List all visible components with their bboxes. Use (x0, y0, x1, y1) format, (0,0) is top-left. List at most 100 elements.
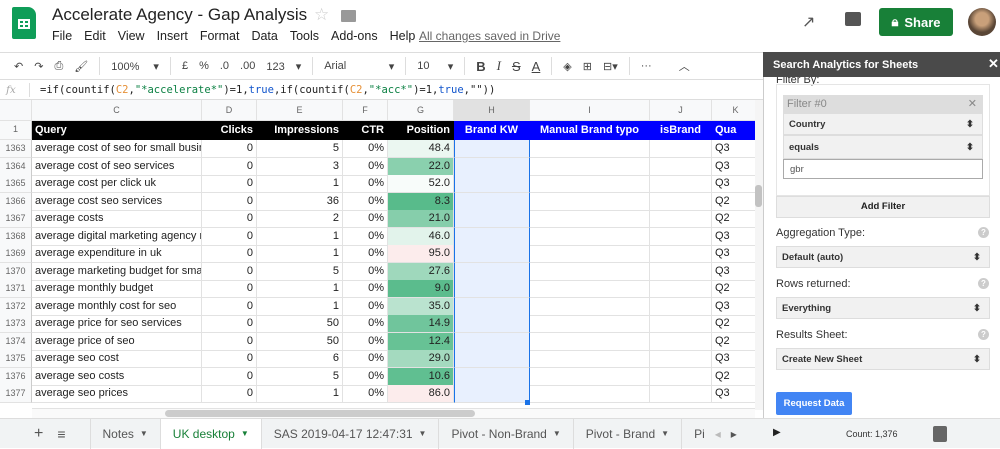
formula-bar[interactable]: fx =if(countif(C2,"*accelerate*")=1,true… (0, 80, 763, 100)
cell-brand-kw[interactable] (454, 332, 530, 351)
row-number[interactable]: 1364 (0, 157, 32, 176)
cell-query[interactable]: average seo cost (32, 350, 202, 368)
zoom-select[interactable]: 100% ▾ (111, 60, 159, 73)
cell-clicks[interactable]: 0 (202, 192, 257, 211)
cell-quarter[interactable]: Q3 (712, 140, 755, 158)
menu-data[interactable]: Data (251, 29, 277, 43)
cell-position[interactable]: 35.0 (388, 297, 454, 316)
cell-brand-kw[interactable] (454, 210, 530, 228)
sheets-logo-icon[interactable] (12, 7, 36, 39)
cell-clicks[interactable]: 0 (202, 210, 257, 228)
cell-quarter[interactable]: Q3 (712, 385, 755, 403)
borders-icon[interactable]: ⊞ (583, 60, 592, 73)
tab-pivot-non-brand[interactable]: Pivot - Non-Brand ▼ (439, 418, 574, 449)
more-formats-select[interactable]: 123 ▾ (266, 60, 301, 73)
column-header-h[interactable]: H (454, 100, 530, 121)
cell-isbrand[interactable] (650, 280, 712, 298)
cell-impressions[interactable]: 1 (257, 280, 343, 298)
column-header-j[interactable]: J (650, 100, 712, 121)
header-cell-query[interactable]: Query (32, 121, 202, 140)
cell-clicks[interactable]: 0 (202, 140, 257, 158)
cell-quarter[interactable]: Q3 (712, 158, 755, 176)
row-number[interactable]: 1369 (0, 245, 32, 263)
cell-query[interactable]: average expenditure in uk (32, 245, 202, 263)
document-title[interactable]: Accelerate Agency - Gap Analysis (52, 5, 307, 25)
cell-query[interactable]: average cost of seo for small busin (32, 140, 202, 158)
add-sheet-icon[interactable]: + (34, 425, 43, 443)
cell-clicks[interactable]: 0 (202, 385, 257, 403)
row-number[interactable]: 1376 (0, 367, 32, 386)
aggregation-select[interactable]: Default (auto) ⬍ (776, 246, 990, 268)
cell-quarter[interactable]: Q3 (712, 228, 755, 246)
cell-ctr[interactable]: 0% (343, 297, 388, 316)
cell-isbrand[interactable] (650, 350, 712, 368)
menu-addons[interactable]: Add-ons (331, 29, 378, 43)
redo-icon[interactable]: ↷ (34, 60, 43, 73)
font-select[interactable]: Arial ▾ (324, 60, 394, 73)
cell-clicks[interactable]: 0 (202, 245, 257, 263)
cell-brand-kw[interactable] (454, 385, 530, 403)
cell-brand-kw[interactable] (454, 157, 530, 176)
column-header-c[interactable]: C (32, 100, 202, 121)
cell-manual-brand-typo[interactable] (530, 332, 650, 351)
cell-ctr[interactable]: 0% (343, 367, 388, 386)
cell-brand-kw[interactable] (454, 297, 530, 316)
cell-manual-brand-typo[interactable] (530, 297, 650, 316)
cell-position[interactable]: 14.9 (388, 315, 454, 333)
header-cell-impressions[interactable]: Impressions (257, 121, 343, 140)
cell-ctr[interactable]: 0% (343, 210, 388, 228)
decrease-decimal-button[interactable]: .0 (220, 60, 229, 72)
cell-manual-brand-typo[interactable] (530, 140, 650, 158)
cell-query[interactable]: average cost of seo services (32, 157, 202, 176)
cell-manual-brand-typo[interactable] (530, 315, 650, 333)
header-cell-quarter[interactable]: Qua (712, 121, 755, 140)
more-icon[interactable]: ··· (641, 60, 652, 72)
cell-quarter[interactable]: Q2 (712, 368, 755, 386)
cell-query[interactable]: average digital marketing agency re (32, 227, 202, 246)
cell-query[interactable]: average seo costs (32, 367, 202, 386)
cell-ctr[interactable]: 0% (343, 175, 388, 193)
header-cell-clicks[interactable]: Clicks (202, 121, 257, 140)
fill-handle[interactable] (525, 399, 530, 405)
cell-query[interactable]: average cost per click uk (32, 175, 202, 193)
cell-position[interactable]: 21.0 (388, 210, 454, 228)
collapse-toolbar-icon[interactable]: ︿ (679, 58, 690, 74)
cell-brand-kw[interactable] (454, 227, 530, 246)
scroll-tabs-left-icon[interactable]: ◂ (715, 427, 721, 441)
cell-manual-brand-typo[interactable] (530, 280, 650, 298)
avatar[interactable] (968, 8, 996, 36)
cell-isbrand[interactable] (650, 157, 712, 176)
tab-notes[interactable]: Notes ▼ (89, 418, 161, 449)
cell-impressions[interactable]: 1 (257, 385, 343, 403)
cell-clicks[interactable]: 0 (202, 157, 257, 176)
cell-isbrand[interactable] (650, 227, 712, 246)
cell-impressions[interactable]: 6 (257, 350, 343, 368)
cell-isbrand[interactable] (650, 297, 712, 316)
cell-isbrand[interactable] (650, 140, 712, 158)
cell-query[interactable]: average monthly budget (32, 280, 202, 298)
selection-count[interactable]: Count: 1,376 (846, 429, 898, 439)
cell-query[interactable]: average price of seo (32, 332, 202, 351)
cell-query[interactable]: average costs (32, 210, 202, 228)
share-button[interactable]: 🔒︎ Share (879, 8, 953, 36)
row-number[interactable]: 1 (0, 121, 32, 140)
cell-ctr[interactable]: 0% (343, 157, 388, 176)
cell-isbrand[interactable] (650, 262, 712, 281)
tab-pivot-brand[interactable]: Pivot - Brand ▼ (574, 418, 683, 449)
cell-manual-brand-typo[interactable] (530, 367, 650, 386)
cell-position[interactable]: 27.6 (388, 262, 454, 281)
spreadsheet-grid[interactable]: C D E F G H I J K 1 Query Clicks Impressions CTR Posit… (0, 100, 755, 410)
row-number[interactable]: 1373 (0, 315, 32, 333)
row-number[interactable]: 1374 (0, 332, 32, 351)
cell-brand-kw[interactable] (454, 175, 530, 193)
cell-position[interactable]: 9.0 (388, 280, 454, 298)
cell-ctr[interactable]: 0% (343, 192, 388, 211)
operator-select[interactable]: equals ⬍ (783, 135, 983, 159)
help-icon[interactable]: ? (978, 227, 989, 238)
column-header-g[interactable]: G (388, 100, 454, 121)
font-size-select[interactable]: 10 ▾ (417, 60, 453, 73)
header-cell-isbrand[interactable]: isBrand (650, 121, 712, 140)
cell-clicks[interactable]: 0 (202, 332, 257, 351)
menu-insert[interactable]: Insert (157, 29, 188, 43)
cell-impressions[interactable]: 5 (257, 262, 343, 281)
